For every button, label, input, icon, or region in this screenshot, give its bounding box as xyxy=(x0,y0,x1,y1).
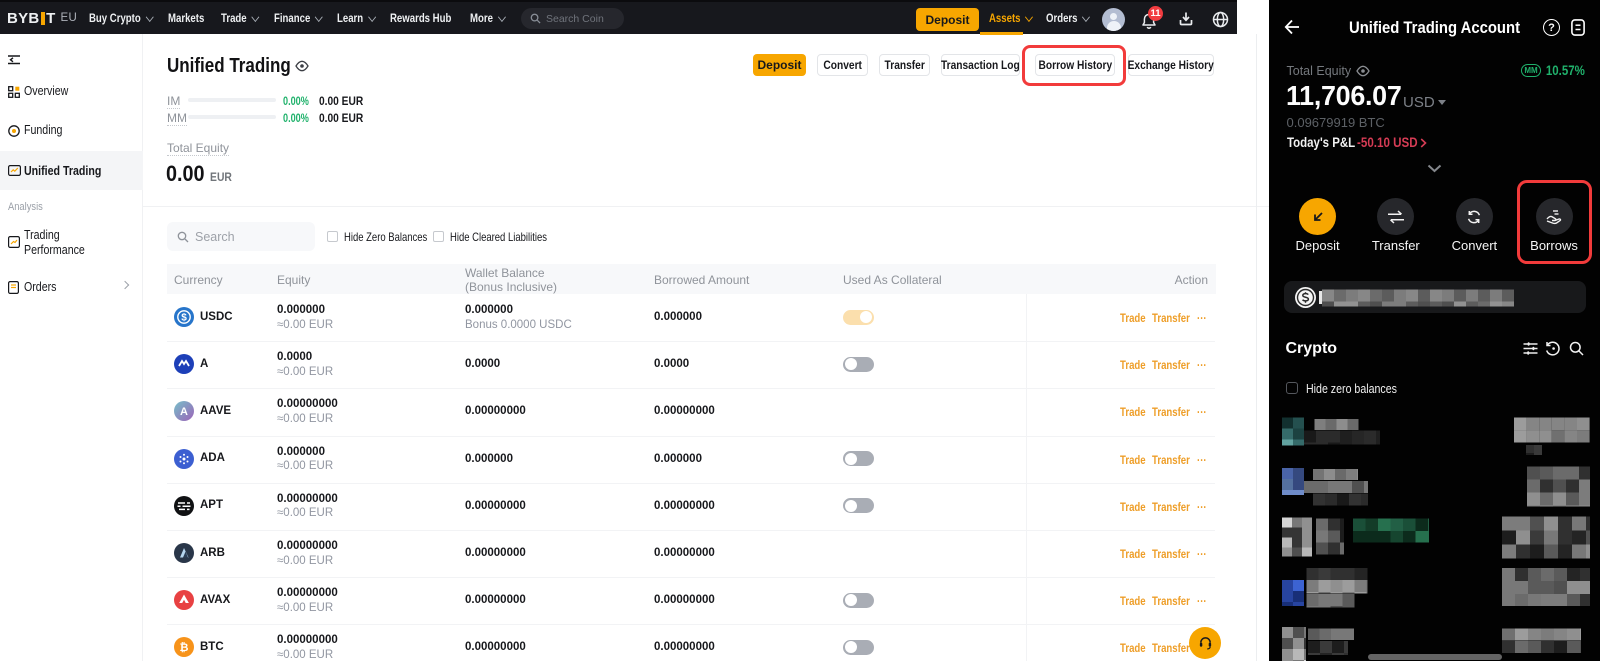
svg-text:A: A xyxy=(180,406,188,418)
svg-text:₿: ₿ xyxy=(180,642,189,654)
svg-text:$: $ xyxy=(181,313,187,324)
